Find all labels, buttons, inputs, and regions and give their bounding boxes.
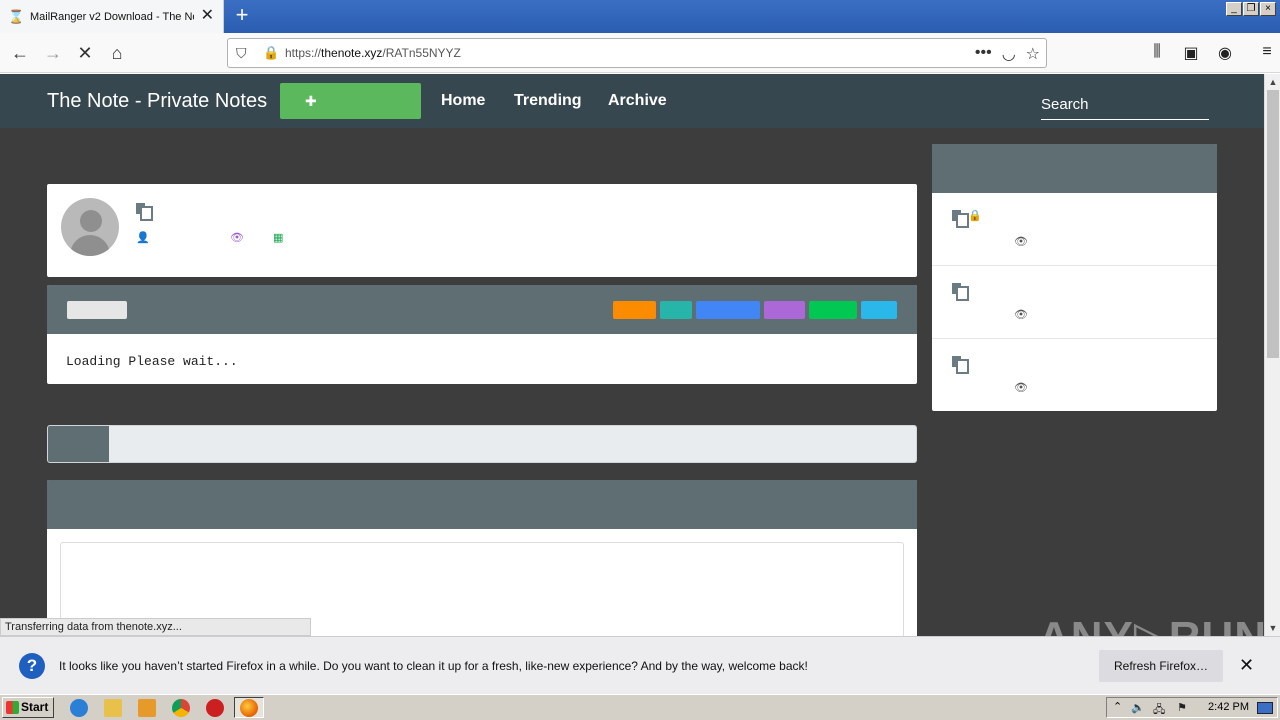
scroll-thumb[interactable] bbox=[1267, 90, 1279, 358]
eye-icon: 👁 bbox=[1014, 236, 1028, 248]
windows-logo-icon bbox=[6, 701, 19, 714]
window-controls: _ ❐ × bbox=[1226, 2, 1276, 16]
library-icon[interactable]: ⫼ bbox=[1146, 43, 1168, 63]
toolbar-right: ⫼ ▣ ◉ ≡ bbox=[1146, 43, 1278, 63]
search-input[interactable] bbox=[1041, 87, 1209, 120]
url-bar-actions: ••• ◡ ☆ bbox=[975, 44, 1040, 64]
eye-icon: 👁 bbox=[1014, 309, 1028, 321]
internet-explorer-icon[interactable] bbox=[70, 699, 88, 717]
volume-icon[interactable]: 🔈 bbox=[1131, 701, 1145, 714]
loading-text: Loading Please wait... bbox=[66, 354, 238, 369]
avatar bbox=[61, 198, 119, 256]
close-tab-icon[interactable]: ✕ bbox=[201, 8, 214, 24]
progress-bar bbox=[47, 425, 917, 463]
page-scrollbar[interactable]: ▲ ▼ bbox=[1264, 74, 1280, 636]
home-icon[interactable]: ⌂ bbox=[103, 39, 131, 67]
copy-icon[interactable] bbox=[136, 203, 153, 221]
chrome-icon[interactable] bbox=[172, 699, 190, 717]
restore-icon[interactable]: ❐ bbox=[1243, 2, 1259, 16]
refresh-firefox-button[interactable]: Refresh Firefox… bbox=[1099, 650, 1223, 682]
pocket-icon[interactable]: ◡ bbox=[1002, 44, 1016, 64]
nav-archive[interactable]: Archive bbox=[608, 92, 667, 110]
action-button-5[interactable] bbox=[764, 301, 805, 319]
forward-arrow-icon[interactable]: → bbox=[39, 39, 67, 67]
related-notes-sidebar: 🔒 👁 👁 👁 bbox=[932, 144, 1217, 411]
note-content-card: Loading Please wait... bbox=[47, 285, 917, 384]
copy-icon bbox=[952, 283, 969, 301]
show-desktop-icon[interactable] bbox=[1257, 702, 1273, 714]
firefox-taskbar-button[interactable] bbox=[234, 697, 264, 718]
network-icon[interactable]: 🖧 bbox=[1153, 701, 1165, 720]
progress-fill bbox=[48, 426, 109, 462]
action-button-4[interactable] bbox=[696, 301, 760, 319]
hamburger-menu-icon[interactable]: ≡ bbox=[1256, 43, 1278, 63]
lock-icon: 🔒 bbox=[968, 210, 982, 222]
browser-tab-active[interactable]: ⌛ MailRanger v2 Download - The Note ✕ bbox=[0, 0, 224, 33]
eye-icon: 👁 bbox=[1014, 382, 1028, 394]
sidebar-note-item[interactable]: 🔒 👁 bbox=[932, 193, 1217, 266]
browser-nav-bar: ← → ✕ ⌂ ⛉ 🔒 https://thenote.xyz/RATn55NY… bbox=[0, 33, 1280, 73]
tray-expand-icon[interactable]: ⌃ bbox=[1113, 700, 1122, 713]
close-notification-icon[interactable]: ✕ bbox=[1239, 656, 1254, 674]
status-tooltip: Transferring data from thenote.xyz... bbox=[0, 618, 311, 636]
minimize-icon[interactable]: _ bbox=[1226, 2, 1242, 16]
eye-icon: 👁 bbox=[230, 232, 244, 244]
action-button-3[interactable] bbox=[660, 301, 692, 319]
file-explorer-icon[interactable] bbox=[104, 699, 122, 717]
stop-loading-icon[interactable]: ✕ bbox=[71, 39, 99, 67]
new-note-button[interactable]: ✚ bbox=[280, 83, 421, 119]
question-icon: ? bbox=[19, 653, 45, 679]
note-label-pill bbox=[67, 301, 127, 319]
comment-card-header bbox=[47, 480, 917, 529]
action-button-2[interactable] bbox=[613, 301, 656, 319]
action-button-7[interactable] bbox=[861, 301, 897, 319]
tab-title: MailRanger v2 Download - The Note bbox=[30, 10, 194, 23]
bookmark-star-icon[interactable]: ☆ bbox=[1026, 44, 1040, 64]
page-viewport: The Note - Private Notes ✚ Home Trending… bbox=[0, 74, 1264, 636]
padlock-icon[interactable]: 🔒 bbox=[263, 45, 279, 61]
note-content-header bbox=[47, 285, 917, 334]
shield-icon[interactable]: ⛉ bbox=[236, 45, 247, 62]
user-icon: 👤 bbox=[136, 232, 150, 244]
url-bar[interactable]: ⛉ 🔒 https://thenote.xyz/RATn55NYYZ ••• ◡… bbox=[227, 38, 1047, 68]
firefox-notification-bar: ? It looks like you haven’t started Fire… bbox=[0, 636, 1280, 694]
clock[interactable]: 2:42 PM bbox=[1208, 701, 1249, 713]
action-button-1[interactable] bbox=[573, 301, 609, 319]
back-arrow-icon[interactable]: ← bbox=[6, 39, 34, 67]
windows-taskbar: Start ⌃ 🔈 🖧 ⚑ 2:42 PM bbox=[0, 694, 1280, 720]
system-tray: ⌃ 🔈 🖧 ⚑ 2:42 PM bbox=[1106, 697, 1278, 718]
browser-tab-bar: ⌛ MailRanger v2 Download - The Note ✕ + … bbox=[0, 0, 1280, 33]
calendar-icon: ▦ bbox=[273, 232, 284, 244]
sidebar-toggle-icon[interactable]: ▣ bbox=[1180, 43, 1202, 63]
media-player-icon[interactable] bbox=[138, 699, 156, 717]
notification-message: It looks like you haven’t started Firefo… bbox=[59, 659, 808, 673]
copy-icon bbox=[952, 356, 969, 374]
scroll-down-icon[interactable]: ▼ bbox=[1267, 622, 1279, 634]
account-icon[interactable]: ◉ bbox=[1214, 43, 1236, 63]
sidebar-note-item[interactable]: 👁 bbox=[932, 339, 1217, 411]
comment-card bbox=[47, 480, 917, 636]
site-brand[interactable]: The Note - Private Notes bbox=[47, 90, 267, 113]
action-button-6[interactable] bbox=[809, 301, 857, 319]
note-info-card: 👤 👁 ▦ bbox=[47, 184, 917, 277]
sidebar-header bbox=[932, 144, 1217, 193]
sidebar-note-item[interactable]: 👁 bbox=[932, 266, 1217, 339]
opera-icon[interactable] bbox=[206, 699, 224, 717]
site-navbar: The Note - Private Notes ✚ Home Trending… bbox=[0, 74, 1264, 128]
url-text[interactable]: https://thenote.xyz/RATn55NYYZ bbox=[285, 46, 461, 60]
nav-home[interactable]: Home bbox=[441, 92, 485, 110]
firefox-icon bbox=[240, 699, 258, 717]
close-window-icon[interactable]: × bbox=[1260, 2, 1276, 16]
copy-icon bbox=[952, 210, 969, 228]
new-tab-button[interactable]: + bbox=[230, 4, 254, 28]
action-center-flag-icon[interactable]: ⚑ bbox=[1177, 701, 1187, 714]
hourglass-icon: ⌛ bbox=[8, 8, 25, 24]
start-button[interactable]: Start bbox=[2, 697, 54, 718]
scroll-up-icon[interactable]: ▲ bbox=[1267, 76, 1279, 88]
page-actions-icon[interactable]: ••• bbox=[975, 44, 992, 64]
nav-trending[interactable]: Trending bbox=[514, 92, 582, 110]
